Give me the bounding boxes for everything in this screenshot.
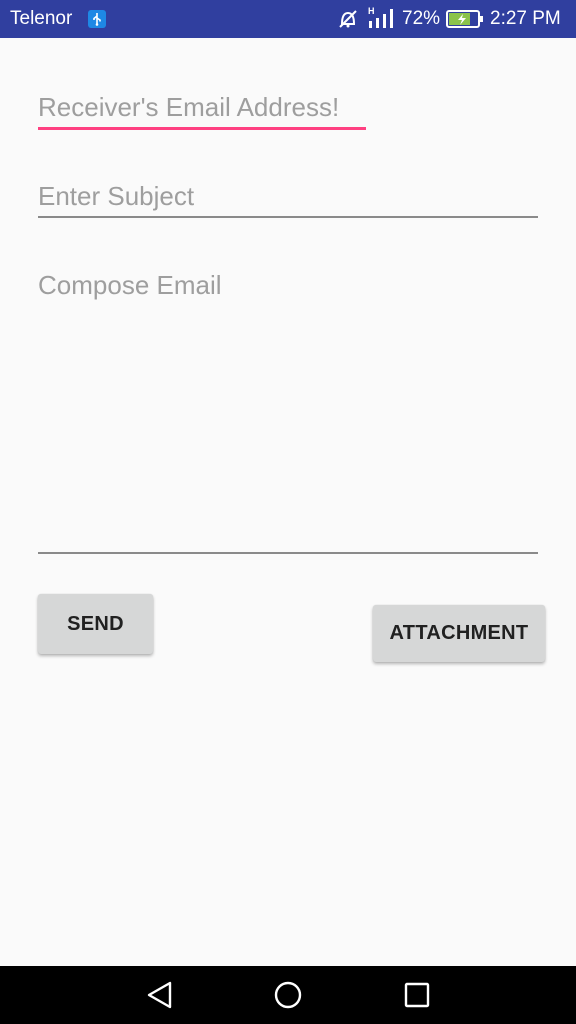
- usb-icon: [88, 10, 106, 28]
- back-icon[interactable]: [145, 980, 175, 1010]
- battery-percent: 72%: [402, 8, 441, 29]
- compose-email-input[interactable]: Compose Email: [38, 270, 222, 300]
- clock: 2:27 PM: [490, 8, 561, 29]
- to-email-underline: [38, 127, 366, 130]
- attachment-button[interactable]: ATTACHMENT: [373, 605, 545, 662]
- navigation-bar: [0, 966, 576, 1024]
- to-email-input[interactable]: Receiver's Email Address!: [38, 92, 339, 122]
- home-icon[interactable]: [273, 980, 303, 1010]
- svg-text:H: H: [368, 6, 375, 16]
- battery-charging-icon: [446, 9, 484, 29]
- subject-underline: [38, 216, 538, 218]
- status-bar: Telenor H 72% 2:27 PM: [0, 0, 576, 38]
- subject-input[interactable]: Enter Subject: [38, 181, 194, 211]
- recent-apps-icon[interactable]: [402, 980, 432, 1010]
- compose-email-underline: [38, 552, 538, 554]
- mute-icon: [337, 8, 359, 30]
- send-button[interactable]: SEND: [38, 594, 153, 654]
- carrier-name: Telenor: [10, 8, 73, 29]
- signal-icon: H: [368, 6, 398, 30]
